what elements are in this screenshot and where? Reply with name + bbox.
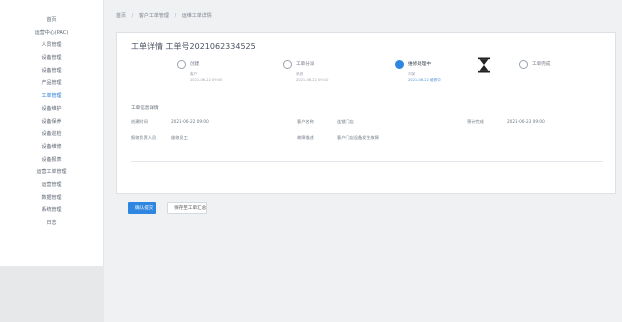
sidebar-item-maintenance[interactable]: 设备维护 [0,103,103,116]
step-circle-active-icon [395,60,404,69]
step-connector [207,57,279,93]
info-row-2: 报修负责人员 维修员工 故障描述 客户门店设备发生故障 [131,135,601,145]
info-value-fault: 客户门店设备发生故障 [337,135,379,140]
progress-steps: 创建 客户 2021-06-22 09:00 工单分派 系统 2021-06-2… [177,57,587,93]
card-divider [131,161,603,162]
sidebar-item-people[interactable]: 人员管理 [0,39,103,52]
step-name: 维修处理中 [408,62,431,67]
hourglass-icon [478,57,490,73]
info-key-created-time: 创建时间 [131,119,148,124]
sidebar: 首页 运营中心(PAC) 人员管理 设备管理 设备管理 产品管理 工单管理 设备… [0,0,104,322]
sidebar-item-operations-center[interactable]: 运营中心(PAC) [0,27,103,40]
step-connector [433,57,475,93]
step-connector [495,57,517,93]
sidebar-item-ops-tickets[interactable]: 运营工单管理 [0,166,103,179]
info-section-label: 工单信息详情 [131,106,159,111]
info-row-1: 创建时间 2021-06-22 09:00 客户名称 连锁门店 预计完成 202… [131,119,601,129]
page-title: 工单详情 工单号2021062334525 [131,42,256,51]
step-operator: 刘某 [408,72,416,76]
step-connector [317,57,393,93]
sidebar-footer [0,266,104,322]
sidebar-item-repair[interactable]: 设备维修 [0,141,103,154]
info-value-repair-owner: 维修员工 [171,135,188,140]
breadcrumb-separator: / [131,13,134,19]
info-key-repair-owner: 报修负责人员 [131,135,157,140]
breadcrumb-home[interactable]: 首页 [116,13,126,19]
confirm-submit-button[interactable]: 确认提交 [128,202,156,214]
breadcrumb-current: 运维工单详情 [181,13,212,19]
sidebar-item-tickets[interactable]: 工单管理 [0,90,103,103]
sidebar-item-logs[interactable]: 日志 [0,217,103,230]
sidebar-item-products[interactable]: 产品管理 [0,77,103,90]
sidebar-item-home[interactable]: 首页 [0,14,103,27]
step-circle-icon [519,60,528,69]
sidebar-item-data[interactable]: 数据管理 [0,192,103,205]
info-value-customer: 连锁门店 [337,119,354,124]
sidebar-item-ops-management[interactable]: 运营管理 [0,179,103,192]
sidebar-item-inspection[interactable]: 设备巡检 [0,128,103,141]
step-name: 工单完成 [532,62,551,67]
step-circle-icon [283,60,292,69]
info-value-created-time: 2021-06-22 09:00 [171,119,209,124]
breadcrumb-separator: / [174,13,177,19]
step-name: 工单分派 [296,62,315,67]
save-to-summary-button[interactable]: 保存至工单汇总 [167,202,208,214]
step-circle-icon [177,60,186,69]
action-bar: 确认提交 保存至工单汇总 [128,202,213,221]
ticket-detail-card: 工单详情 工单号2021062334525 创建 客户 2021-06-22 0… [116,32,616,194]
app-window: 首页 运营中心(PAC) 人员管理 设备管理 设备管理 产品管理 工单管理 设备… [0,0,622,322]
main-content: 首页 / 客户工单管理 / 运维工单详情 工单详情 工单号20210623345… [104,0,622,322]
sidebar-item-upkeep[interactable]: 设备保养 [0,116,103,129]
step-finished: 工单完成 [519,57,599,93]
sidebar-item-devices-2[interactable]: 设备管理 [0,65,103,78]
info-value-eta: 2021-06-23 09:00 [507,119,545,124]
breadcrumb-ticket-management[interactable]: 客户工单管理 [139,13,169,19]
sidebar-menu: 首页 运营中心(PAC) 人员管理 设备管理 设备管理 产品管理 工单管理 设备… [0,0,103,230]
breadcrumb: 首页 / 客户工单管理 / 运维工单详情 [116,12,216,19]
sidebar-item-reports[interactable]: 设备报表 [0,154,103,167]
info-key-customer: 客户名称 [297,119,314,124]
sidebar-item-system[interactable]: 系统管理 [0,204,103,217]
step-operator: 客户 [190,72,198,76]
sidebar-item-devices[interactable]: 设备管理 [0,52,103,65]
step-operator: 系统 [296,72,304,76]
step-name: 创建 [190,62,200,67]
info-key-fault: 故障描述 [297,135,314,140]
info-key-eta: 预计完成 [467,119,484,124]
